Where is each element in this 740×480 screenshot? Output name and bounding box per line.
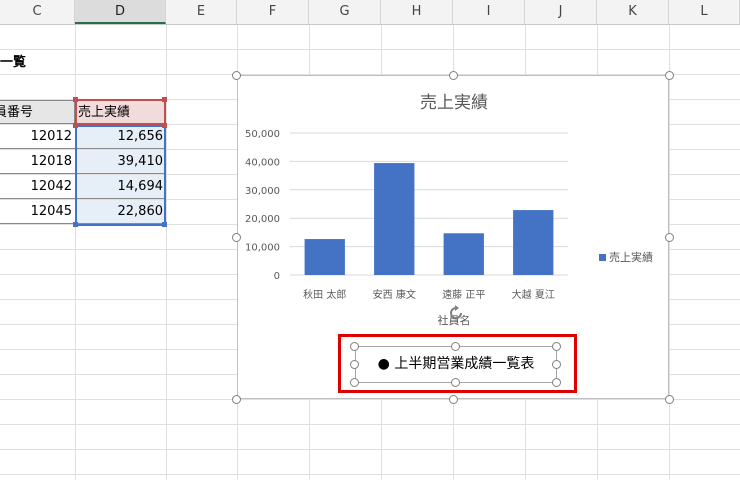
- chart-resize-handle[interactable]: [449, 71, 458, 80]
- column-header-d[interactable]: D: [75, 0, 166, 24]
- textbox-resize-handle[interactable]: [350, 378, 359, 387]
- legend-label[interactable]: 売上実績: [609, 250, 653, 264]
- x-tick-label: 秋田 太郎: [303, 288, 346, 301]
- y-tick-label: 30,000: [245, 186, 280, 197]
- series-name-range-highlight[interactable]: [75, 99, 166, 125]
- column-header-j[interactable]: J: [525, 0, 597, 24]
- y-tick-label: 50,000: [245, 129, 280, 140]
- column-header-f[interactable]: F: [237, 0, 309, 24]
- range-handle[interactable]: [162, 123, 167, 128]
- header-employee-number[interactable]: 社員番号: [0, 100, 75, 124]
- textbox-resize-handle[interactable]: [451, 378, 460, 387]
- x-tick-label: 大越 夏江: [512, 288, 555, 301]
- chart-resize-handle[interactable]: [665, 395, 674, 404]
- range-handle[interactable]: [73, 97, 78, 102]
- bar[interactable]: [374, 163, 415, 275]
- chart-resize-handle[interactable]: [232, 233, 241, 242]
- range-handle[interactable]: [73, 123, 78, 128]
- x-tick-label: 安西 康文: [373, 288, 416, 301]
- column-headers: C D E F G H I J K L: [0, 0, 740, 25]
- bar[interactable]: [513, 210, 554, 275]
- chart-resize-handle[interactable]: [665, 233, 674, 242]
- bar[interactable]: [443, 233, 484, 275]
- textbox-resize-handle[interactable]: [451, 342, 460, 351]
- column-header-e[interactable]: E: [166, 0, 237, 24]
- textbox-resize-handle[interactable]: [350, 360, 359, 369]
- range-handle[interactable]: [162, 222, 167, 227]
- employee-number-cell[interactable]: 12042: [0, 175, 75, 199]
- range-handle[interactable]: [73, 222, 78, 227]
- sheet-title-cell[interactable]: 一覧: [0, 51, 26, 75]
- chart-resize-handle[interactable]: [449, 395, 458, 404]
- column-header-k[interactable]: K: [597, 0, 669, 24]
- range-handle[interactable]: [162, 97, 167, 102]
- textbox-resize-handle[interactable]: [552, 378, 561, 387]
- y-axis-tick-labels: 0 10,000 20,000 30,000 40,000 50,000: [245, 129, 280, 282]
- textbox-resize-handle[interactable]: [350, 342, 359, 351]
- chart-resize-handle[interactable]: [232, 71, 241, 80]
- column-header-l[interactable]: L: [669, 0, 740, 24]
- y-tick-label: 10,000: [245, 243, 280, 254]
- chart-resize-handle[interactable]: [232, 395, 241, 404]
- bar-series[interactable]: [304, 163, 554, 275]
- textbox-resize-handle[interactable]: [552, 360, 561, 369]
- chart-title[interactable]: 売上実績: [420, 93, 488, 113]
- textbox-resize-handle[interactable]: [552, 342, 561, 351]
- employee-number-cell[interactable]: 12018: [0, 150, 75, 174]
- column-header-i[interactable]: I: [453, 0, 525, 24]
- chart-resize-handle[interactable]: [665, 71, 674, 80]
- legend-swatch: [599, 254, 606, 261]
- employee-number-cell[interactable]: 12012: [0, 125, 75, 149]
- column-header-g[interactable]: G: [309, 0, 381, 24]
- series-values-range-highlight[interactable]: [75, 125, 166, 226]
- column-header-h[interactable]: H: [381, 0, 453, 24]
- y-tick-label: 20,000: [245, 214, 280, 225]
- x-axis-tick-labels: 秋田 太郎 安西 康文 遠藤 正平 大越 夏江: [303, 288, 555, 301]
- rotate-handle-icon[interactable]: [447, 304, 465, 322]
- bar[interactable]: [304, 239, 345, 275]
- column-header-c[interactable]: C: [0, 0, 75, 24]
- y-tick-label: 40,000: [245, 157, 280, 168]
- y-tick-label: 0: [274, 271, 280, 282]
- employee-number-cell[interactable]: 12045: [0, 200, 75, 224]
- x-tick-label: 遠藤 正平: [442, 288, 485, 301]
